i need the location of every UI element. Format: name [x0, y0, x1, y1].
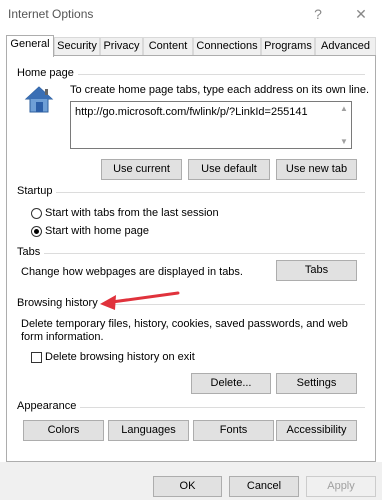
window-title: Internet Options	[8, 7, 94, 21]
colors-button[interactable]: Colors	[23, 420, 104, 441]
startup-divider	[17, 192, 365, 193]
languages-button[interactable]: Languages	[108, 420, 189, 441]
browsing-history-description-line1: Delete temporary files, history, cookies…	[21, 318, 348, 330]
accessibility-button[interactable]: Accessibility	[276, 420, 357, 441]
apply-button[interactable]: Apply	[306, 476, 376, 497]
tabs-heading: Tabs	[17, 246, 45, 258]
general-panel: Home page To create home page tabs, type…	[6, 55, 376, 462]
home-page-description: To create home page tabs, type each addr…	[70, 84, 370, 96]
tab-strip: General Security Privacy Content Connect…	[6, 35, 376, 57]
tab-connections[interactable]: Connections	[193, 37, 261, 56]
tab-general[interactable]: General	[6, 35, 54, 57]
home-page-heading: Home page	[17, 67, 78, 79]
scroll-down-icon[interactable]: ▼	[339, 137, 349, 146]
browsing-history-description-line2: form information.	[21, 331, 104, 343]
delete-on-exit-checkbox[interactable]	[31, 352, 42, 363]
use-default-button[interactable]: Use default	[188, 159, 270, 180]
tab-programs[interactable]: Programs	[261, 37, 315, 56]
cancel-button[interactable]: Cancel	[229, 476, 299, 497]
use-new-tab-button[interactable]: Use new tab	[276, 159, 357, 180]
browsing-history-heading: Browsing history	[17, 297, 102, 309]
tabs-button[interactable]: Tabs	[276, 260, 357, 281]
help-button[interactable]: ?	[303, 3, 333, 25]
tabs-last-session-label[interactable]: Start with tabs from the last session	[45, 207, 219, 219]
settings-button[interactable]: Settings	[276, 373, 357, 394]
delete-button[interactable]: Delete...	[191, 373, 271, 394]
home-page-url-field[interactable]: http://go.microsoft.com/fwlink/p/?LinkId…	[70, 101, 352, 149]
radio-home-page[interactable]	[31, 226, 42, 237]
tabs-description: Change how webpages are displayed in tab…	[21, 266, 243, 278]
startup-heading: Startup	[17, 185, 57, 197]
use-current-button[interactable]: Use current	[101, 159, 182, 180]
close-button[interactable]: ✕	[346, 3, 376, 25]
tabs-divider	[17, 253, 365, 254]
appearance-heading: Appearance	[17, 400, 81, 412]
ok-button[interactable]: OK	[153, 476, 222, 497]
scroll-up-icon[interactable]: ▲	[339, 104, 349, 113]
home-page-url-value: http://go.microsoft.com/fwlink/p/?LinkId…	[75, 106, 308, 118]
delete-on-exit-label[interactable]: Delete browsing history on exit	[45, 351, 195, 363]
fonts-button[interactable]: Fonts	[193, 420, 274, 441]
tab-advanced[interactable]: Advanced	[315, 37, 376, 56]
radio-tabs-last-session[interactable]	[31, 208, 42, 219]
tab-privacy[interactable]: Privacy	[100, 37, 143, 56]
house-icon	[23, 84, 55, 116]
dialog-footer: OK Cancel Apply	[0, 462, 382, 500]
tab-content[interactable]: Content	[143, 37, 193, 56]
title-bar: Internet Options ? ✕	[0, 0, 382, 28]
tab-security[interactable]: Security	[54, 37, 100, 56]
start-home-page-label[interactable]: Start with home page	[45, 225, 149, 237]
